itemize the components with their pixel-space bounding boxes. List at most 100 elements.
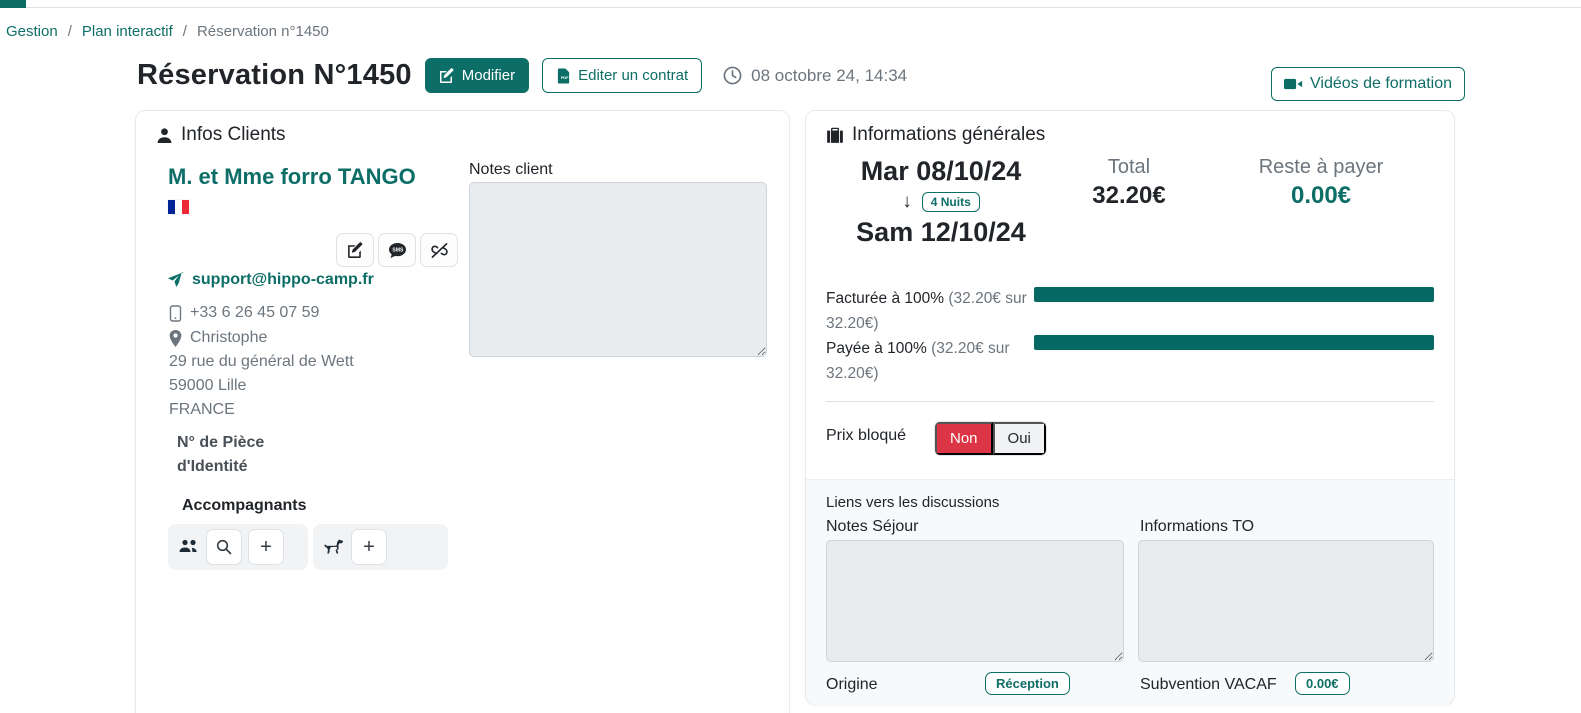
- reservation-page: Gestion / Plan interactif / Réservation …: [0, 0, 1581, 713]
- top-left-accent: [0, 0, 26, 8]
- top-border-bar: [0, 0, 1581, 8]
- companions-label: Accompagnants: [182, 497, 306, 515]
- modify-button[interactable]: Modifier: [425, 58, 529, 93]
- breadcrumb-separator: /: [183, 23, 187, 40]
- paid-line: Payée à 100% (32.20€ sur 32.20€): [826, 336, 1036, 386]
- client-phone-text: +33 6 26 45 07 59: [190, 304, 319, 322]
- invoiced-line: Facturée à 100% (32.20€ sur 32.20€): [826, 286, 1036, 336]
- breadcrumb-current: Réservation n°1450: [197, 23, 329, 40]
- price-locked-label: Prix bloqué: [826, 427, 906, 445]
- invoiced-progress-fill: [1034, 287, 1434, 302]
- price-locked-yes-button[interactable]: Oui: [993, 422, 1046, 455]
- client-contact-name: Christophe: [190, 329, 267, 347]
- client-location-row: Christophe: [169, 329, 267, 347]
- breadcrumb: Gestion / Plan interactif / Réservation …: [6, 23, 329, 40]
- breadcrumb-separator: /: [68, 23, 72, 40]
- client-address-line3: FRANCE: [169, 401, 235, 419]
- svg-text:SMS: SMS: [392, 247, 404, 253]
- search-companion-button[interactable]: [206, 529, 242, 565]
- client-phone-row: +33 6 26 45 07 59: [169, 304, 319, 322]
- departure-date: Sam 12/10/24: [826, 217, 1056, 248]
- clock-icon: [723, 66, 742, 85]
- training-videos-button[interactable]: Vidéos de formation: [1271, 67, 1465, 101]
- general-info-card: Informations générales Mar 08/10/24 ↓ 4 …: [805, 110, 1455, 705]
- client-address-line2: 59000 Lille: [169, 377, 246, 395]
- mobile-phone-icon: [169, 305, 182, 322]
- add-companion-button[interactable]: +: [248, 529, 284, 565]
- total-value: 32.20€: [1059, 182, 1199, 210]
- map-pin-icon: [169, 330, 182, 347]
- invoiced-label: Facturée à 100%: [826, 290, 944, 307]
- pencil-square-icon: [347, 242, 364, 259]
- edit-client-button[interactable]: [336, 233, 374, 267]
- companions-people-group: +: [168, 524, 308, 570]
- page-title: Réservation N°1450: [137, 59, 412, 92]
- svg-text:PDF: PDF: [561, 74, 569, 79]
- edit-contract-button-label: Editer un contrat: [578, 67, 688, 84]
- paid-progress-fill: [1034, 335, 1434, 350]
- briefcase-icon: [826, 126, 844, 144]
- client-email-text: support@hippo-camp.fr: [192, 271, 374, 289]
- client-address-line1: 29 rue du général de Wett: [169, 353, 354, 371]
- breadcrumb-link-gestion[interactable]: Gestion: [6, 23, 58, 40]
- client-name[interactable]: M. et Mme forro TANGO: [168, 164, 416, 190]
- sms-bubble-icon: SMS: [388, 242, 407, 259]
- total-label: Total: [1059, 156, 1199, 179]
- to-info-label: Informations TO: [1140, 518, 1254, 536]
- arrival-date: Mar 08/10/24: [826, 156, 1056, 187]
- general-card-header: Informations générales: [806, 111, 1454, 146]
- origin-badge[interactable]: Réception: [985, 672, 1070, 695]
- arrow-down-icon: ↓: [902, 191, 912, 213]
- search-icon: [216, 539, 232, 555]
- sms-button[interactable]: SMS: [378, 233, 416, 267]
- unlink-icon: [430, 242, 449, 259]
- video-camera-icon: [1284, 77, 1303, 91]
- people-group-icon: [178, 538, 200, 556]
- paper-plane-icon: [168, 272, 184, 288]
- discussions-section: Liens vers les discussions Notes Séjour …: [806, 479, 1454, 705]
- vacaf-badge[interactable]: 0.00€: [1295, 672, 1350, 695]
- total-column: Total 32.20€: [1059, 156, 1199, 210]
- id-piece-label: N° de Pièce d'Identité: [177, 431, 292, 479]
- nights-row: ↓ 4 Nuits: [826, 191, 1056, 213]
- training-videos-button-label: Vidéos de formation: [1310, 75, 1452, 93]
- add-pet-button[interactable]: +: [351, 529, 387, 565]
- france-flag-icon: [168, 200, 189, 214]
- dog-icon: [323, 538, 345, 556]
- to-info-textarea[interactable]: [1138, 540, 1434, 662]
- stay-dates: Mar 08/10/24 ↓ 4 Nuits Sam 12/10/24: [826, 156, 1056, 248]
- pdf-file-icon: PDF: [556, 68, 571, 84]
- client-card-title: Infos Clients: [181, 124, 286, 146]
- paid-progress-bar: [1034, 335, 1434, 350]
- nights-badge[interactable]: 4 Nuits: [922, 192, 980, 212]
- client-notes-textarea[interactable]: [469, 182, 767, 357]
- remaining-column: Reste à payer 0.00€: [1231, 156, 1411, 210]
- client-card-header: Infos Clients: [136, 111, 789, 146]
- price-locked-toggle: Non Oui: [934, 421, 1047, 456]
- client-action-buttons: SMS: [336, 233, 458, 267]
- stay-notes-textarea[interactable]: [826, 540, 1124, 662]
- origin-label: Origine: [826, 676, 878, 694]
- remaining-label: Reste à payer: [1231, 156, 1411, 179]
- last-modified-time: 08 octobre 24, 14:34: [723, 66, 907, 86]
- person-icon: [156, 127, 173, 144]
- client-notes-label: Notes client: [469, 161, 553, 179]
- pencil-square-icon: [439, 68, 455, 84]
- vacaf-label: Subvention VACAF: [1140, 676, 1277, 694]
- breadcrumb-link-plan-interactif[interactable]: Plan interactif: [82, 23, 173, 40]
- price-locked-no-button[interactable]: Non: [935, 422, 993, 455]
- timestamp-text: 08 octobre 24, 14:34: [751, 66, 907, 86]
- stay-notes-label: Notes Séjour: [826, 518, 919, 536]
- edit-contract-button[interactable]: PDF Editer un contrat: [542, 58, 702, 93]
- divider: [826, 401, 1434, 402]
- client-info-card: Infos Clients M. et Mme forro TANGO SMS: [135, 110, 790, 713]
- plus-icon: +: [363, 536, 375, 559]
- invoiced-progress-bar: [1034, 287, 1434, 302]
- paid-label: Payée à 100%: [826, 340, 927, 357]
- modify-button-label: Modifier: [462, 67, 515, 84]
- general-card-title: Informations générales: [852, 124, 1045, 146]
- companions-pets-group: +: [313, 524, 448, 570]
- client-email[interactable]: support@hippo-camp.fr: [168, 271, 374, 289]
- plus-icon: +: [260, 536, 272, 559]
- unlink-button[interactable]: [420, 233, 458, 267]
